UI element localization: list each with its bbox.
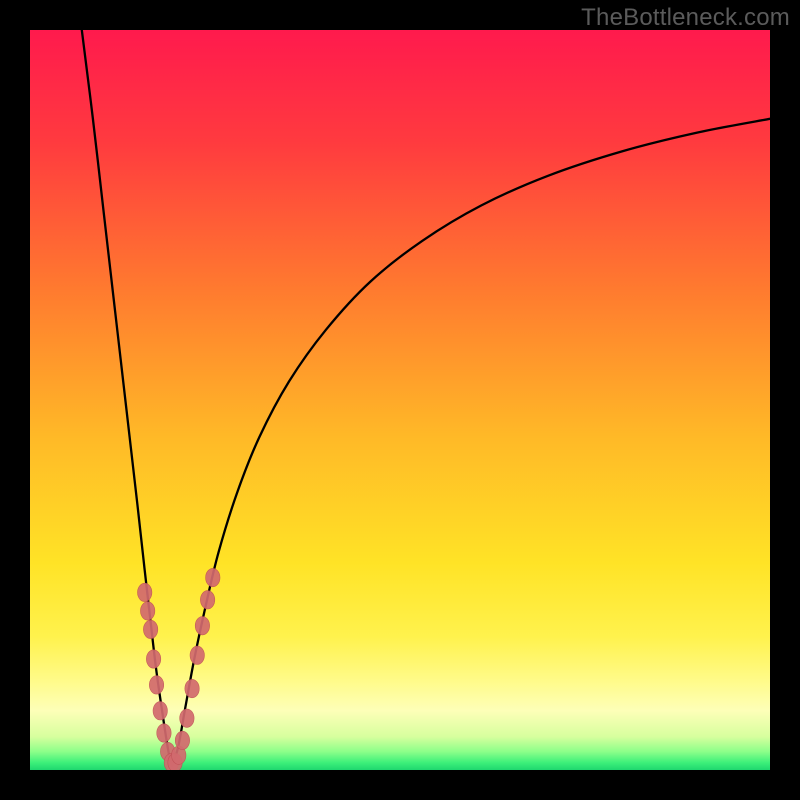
- data-marker: [206, 568, 220, 586]
- data-marker: [180, 709, 194, 727]
- data-marker: [157, 724, 171, 742]
- data-marker: [153, 702, 167, 720]
- data-marker: [143, 620, 157, 638]
- data-marker: [140, 602, 154, 620]
- data-marker: [185, 679, 199, 697]
- data-marker: [195, 617, 209, 635]
- data-marker: [146, 650, 160, 668]
- data-marker: [175, 731, 189, 749]
- plot-area: [30, 30, 770, 770]
- data-marker: [149, 676, 163, 694]
- chart-frame: TheBottleneck.com: [0, 0, 800, 800]
- chart-svg: [30, 30, 770, 770]
- data-marker: [200, 591, 214, 609]
- watermark-text: TheBottleneck.com: [581, 4, 790, 32]
- curve-right-branch: [172, 119, 770, 767]
- data-marker: [190, 646, 204, 664]
- data-marker: [138, 583, 152, 601]
